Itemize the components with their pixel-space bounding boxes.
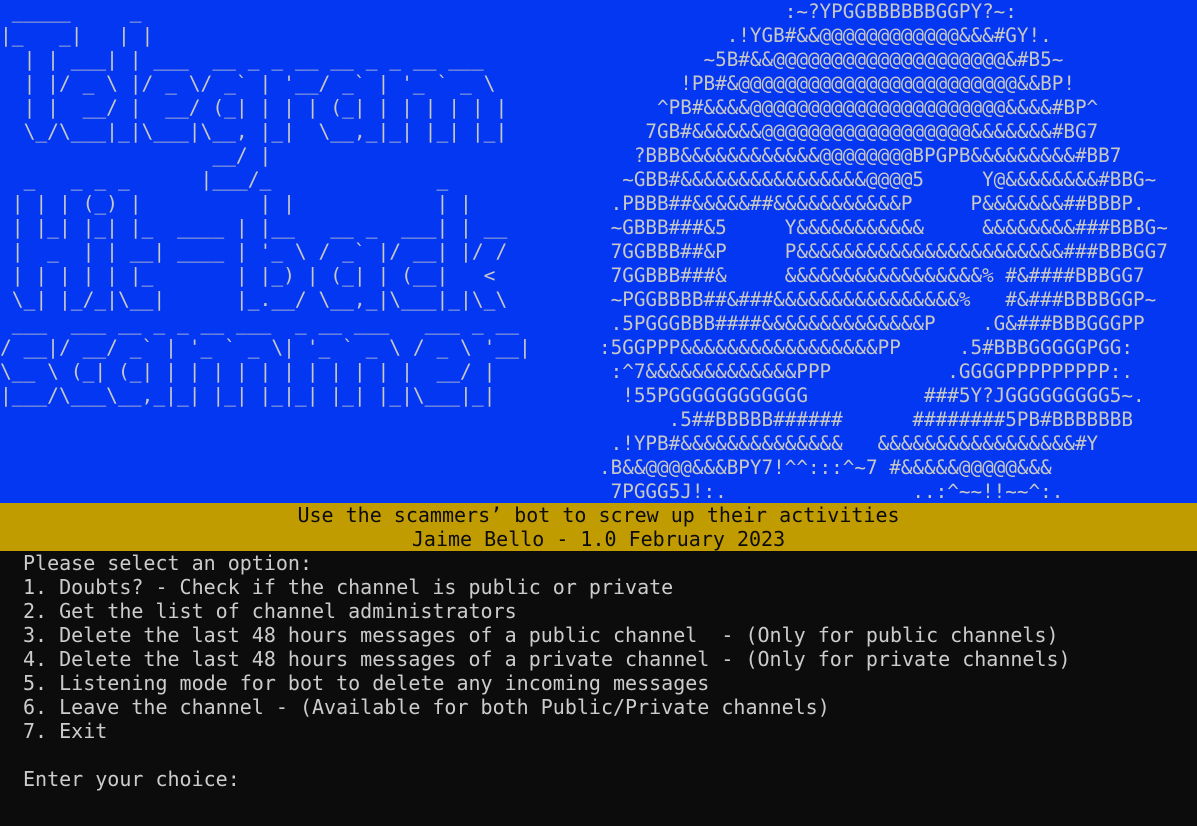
menu-heading: Please select an option: [23, 551, 312, 575]
author-version: Jaime Bello - 1.0 February 2023 [411, 527, 786, 551]
tagline: Use the scammers’ bot to screw up their … [297, 503, 900, 527]
choice-input[interactable] [252, 769, 264, 789]
menu-option-1: 1. Doubts? - Check if the channel is pub… [23, 575, 674, 599]
menu-option-6: 6. Leave the channel - (Available for bo… [23, 695, 830, 719]
subtitle-bar: Use the scammers’ bot to screw up their … [0, 503, 1197, 551]
ascii-banner: _____ _ |_ _| | | | | ___| | ___ __ _ _ … [0, 0, 1197, 503]
choice-prompt: Enter your choice: [23, 767, 240, 791]
menu-option-4: 4. Delete the last 48 hours messages of … [23, 647, 1071, 671]
option-menu: Please select an option: 1. Doubts? - Ch… [0, 551, 1197, 826]
choice-prompt-row[interactable]: Enter your choice: [0, 767, 1197, 791]
menu-option-2: 2. Get the list of channel administrator… [23, 599, 517, 623]
menu-option-7: 7. Exit [23, 719, 108, 743]
telegram-hitbox-scammer-ascii-logo: _____ _ |_ _| | | | | ___| | ___ __ _ _ … [0, 0, 531, 407]
menu-option-5: 5. Listening mode for bot to delete any … [23, 671, 710, 695]
ascii-art-emblem: :~?YPGGBBBBBBGGPY?~: .!YGB#&&@@@@@@@@@@@… [599, 0, 1168, 503]
menu-option-3: 3. Delete the last 48 hours messages of … [23, 623, 1059, 647]
